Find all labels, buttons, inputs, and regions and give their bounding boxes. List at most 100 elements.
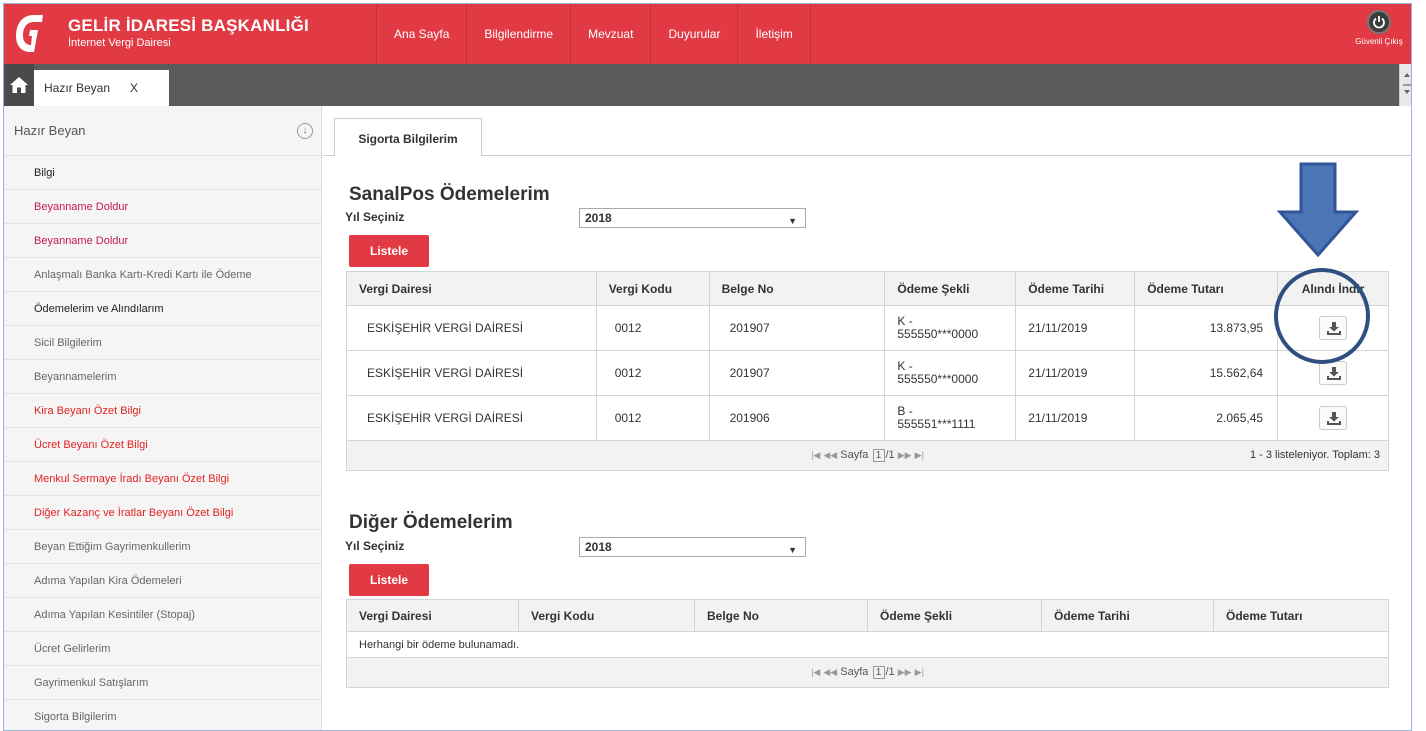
pager-total: /1 (885, 666, 895, 678)
sanalpos-year-label: Yıl Seçiniz (345, 210, 405, 224)
last-page-icon[interactable]: ▶| (915, 667, 924, 677)
col-belge-no: Belge No (708, 271, 886, 306)
sidebar-item-beyanname-doldur-2[interactable]: Beyanname Doldur (4, 224, 321, 258)
table-header-row: Vergi Dairesi Vergi Kodu Belge No Ödeme … (346, 599, 1389, 632)
next-page-icon[interactable]: ▶▶ (898, 667, 912, 677)
col-vergi-dairesi: Vergi Dairesi (346, 599, 519, 632)
sidebar-item-beyanname-doldur-1[interactable]: Beyanname Doldur (4, 190, 321, 224)
sidebar: Hazır Beyan ↓ Bilgi Beyanname Doldur Bey… (4, 106, 322, 730)
brand-subtitle: İnternet Vergi Dairesi (68, 37, 171, 49)
odeme-sekli-card: 555550***0000 (897, 327, 979, 341)
cell-vergi-kodu: 0012 (595, 350, 710, 396)
collapse-icon[interactable]: ↓ (297, 123, 313, 139)
sanalpos-table: Vergi Dairesi Vergi Kodu Belge No Ödeme … (346, 271, 1389, 471)
cell-odeme-tutari: 13.873,95 (1134, 305, 1279, 351)
sidebar-item-gayrimenkul-satislari[interactable]: Gayrimenkul Satışlarım (4, 666, 321, 700)
sidebar-item-sigorta[interactable]: Sigorta Bilgilerim (4, 700, 321, 730)
home-button[interactable] (4, 64, 34, 106)
diger-year-value: 2018 (585, 540, 612, 554)
cell-vergi-dairesi: ESKİŞEHİR VERGİ DAİRESİ (346, 305, 597, 351)
tab-sigorta-bilgilerim[interactable]: Sigorta Bilgilerim (334, 118, 482, 156)
sidebar-item-sicil[interactable]: Sicil Bilgilerim (4, 326, 321, 360)
nav-iletisim[interactable]: İletişim (738, 4, 811, 64)
col-vergi-dairesi: Vergi Dairesi (346, 271, 597, 306)
cell-odeme-tutari: 2.065,45 (1134, 395, 1279, 441)
pager-total: /1 (885, 449, 895, 461)
brand-title: GELİR İDARESİ BAŞKANLIĞI (68, 16, 309, 35)
diger-year-label: Yıl Seçiniz (345, 539, 405, 553)
col-belge-no: Belge No (694, 599, 868, 632)
diger-list-button[interactable]: Listele (349, 564, 429, 596)
nav-mevzuat[interactable]: Mevzuat (571, 4, 652, 64)
cell-alindi-indir (1277, 395, 1389, 441)
prev-page-icon[interactable]: ◀◀ (823, 667, 837, 677)
col-odeme-tarihi: Ödeme Tarihi (1015, 271, 1136, 306)
prev-page-icon[interactable]: ◀◀ (823, 450, 837, 460)
cell-odeme-sekli: K -555550***0000 (884, 350, 1017, 396)
tab-hazir-beyan[interactable]: Hazır Beyan X (34, 70, 169, 106)
diger-year-select[interactable]: 2018 ▼ (579, 537, 806, 557)
sidebar-item-gayrimenkullerim[interactable]: Beyan Ettiğim Gayrimenkullerim (4, 530, 321, 564)
col-odeme-sekli: Ödeme Şekli (884, 271, 1017, 306)
empty-message: Herhangi bir ödeme bulunamadı. (346, 631, 1389, 658)
download-icon (1327, 412, 1342, 425)
pager: |◀ ◀◀ Sayfa 1/1 ▶▶ ▶| (347, 449, 1388, 462)
sanalpos-list-button[interactable]: Listele (349, 235, 429, 267)
tab-underline (323, 155, 1411, 156)
tab-label: Hazır Beyan (44, 81, 111, 95)
download-icon (1327, 367, 1342, 380)
col-odeme-sekli: Ödeme Şekli (867, 599, 1042, 632)
cell-odeme-tarihi: 21/11/2019 (1015, 305, 1136, 351)
cell-vergi-kodu: 0012 (595, 395, 710, 441)
sidebar-title: Hazır Beyan (14, 123, 86, 138)
table-header-row: Vergi Dairesi Vergi Kodu Belge No Ödeme … (346, 271, 1389, 306)
sidebar-item-kira-ozet[interactable]: Kira Beyanı Özet Bilgi (4, 394, 321, 428)
sidebar-item-beyannamelerim[interactable]: Beyannamelerim (4, 360, 321, 394)
sidebar-item-odemelerim[interactable]: Ödemelerim ve Alındılarım (4, 292, 321, 326)
page-number-input[interactable]: 1 (872, 449, 885, 462)
sidebar-item-kira-odemeleri[interactable]: Adıma Yapılan Kira Ödemeleri (4, 564, 321, 598)
chevron-down-icon: ▼ (788, 545, 797, 555)
download-button[interactable] (1319, 406, 1348, 430)
cell-vergi-dairesi: ESKİŞEHİR VERGİ DAİRESİ (346, 350, 597, 396)
home-icon (10, 77, 28, 93)
pager-summary: 1 - 3 listeleniyor. Toplam: 3 (1249, 449, 1380, 461)
cell-odeme-tarihi: 21/11/2019 (1015, 395, 1136, 441)
last-page-icon[interactable]: ▶| (915, 450, 924, 460)
sidebar-item-kart-odeme[interactable]: Anlaşmalı Banka Kartı-Kredi Kartı ile Öd… (4, 258, 321, 292)
sidebar-item-ucret-ozet[interactable]: Ücret Beyanı Özet Bilgi (4, 428, 321, 462)
sidebar-item-diger-kazanc-ozet[interactable]: Diğer Kazanç ve İratlar Beyanı Özet Bilg… (4, 496, 321, 530)
pager-cell: |◀ ◀◀ Sayfa 1/1 ▶▶ ▶| 1 - 3 listeleniyor… (346, 440, 1389, 471)
nav-bilgilendirme[interactable]: Bilgilendirme (467, 4, 572, 64)
nav-duyurular[interactable]: Duyurular (651, 4, 739, 64)
diger-title: Diğer Ödemelerim (349, 512, 513, 533)
browser-frame: GELİR İDARESİ BAŞKANLIĞI İnternet Vergi … (3, 3, 1412, 731)
page-number-input[interactable]: 1 (872, 666, 885, 679)
power-icon (1367, 10, 1391, 34)
first-page-icon[interactable]: |◀ (811, 667, 820, 677)
sidebar-item-bilgi[interactable]: Bilgi (4, 156, 321, 190)
scrollbar[interactable] (1399, 64, 1411, 106)
table-row: ESKİŞEHİR VERGİ DAİRESİ 0012 201907 K -5… (346, 305, 1389, 351)
sidebar-item-ucret-gelirlerim[interactable]: Ücret Gelirlerim (4, 632, 321, 666)
chevron-down-icon: ▼ (788, 216, 797, 226)
next-page-icon[interactable]: ▶▶ (898, 450, 912, 460)
sidebar-item-kesintiler[interactable]: Adıma Yapılan Kesintiler (Stopaj) (4, 598, 321, 632)
sanalpos-title: SanalPos Ödemelerim (349, 184, 550, 205)
col-odeme-tutari: Ödeme Tutarı (1213, 599, 1389, 632)
cell-vergi-kodu: 0012 (595, 305, 710, 351)
col-vergi-kodu: Vergi Kodu (518, 599, 695, 632)
tab-close-icon[interactable]: X (130, 81, 138, 95)
cell-belge-no: 201906 (708, 395, 886, 441)
sidebar-item-menkul-ozet[interactable]: Menkul Sermaye İradı Beyanı Özet Bilgi (4, 462, 321, 496)
logout-button[interactable]: Güvenli Çıkış (1349, 10, 1409, 46)
first-page-icon[interactable]: |◀ (811, 450, 820, 460)
download-button[interactable] (1319, 361, 1348, 385)
pager-row: |◀ ◀◀ Sayfa 1/1 ▶▶ ▶| 1 - 3 listeleniyor… (346, 440, 1389, 471)
cell-belge-no: 201907 (708, 350, 886, 396)
cell-odeme-tutari: 15.562,64 (1134, 350, 1279, 396)
nav-ana-sayfa[interactable]: Ana Sayfa (377, 4, 468, 64)
sanalpos-year-select[interactable]: 2018 ▼ (579, 208, 806, 228)
pager: |◀ ◀◀ Sayfa 1/1 ▶▶ ▶| (347, 666, 1388, 679)
cell-odeme-sekli: K -555550***0000 (884, 305, 1017, 351)
